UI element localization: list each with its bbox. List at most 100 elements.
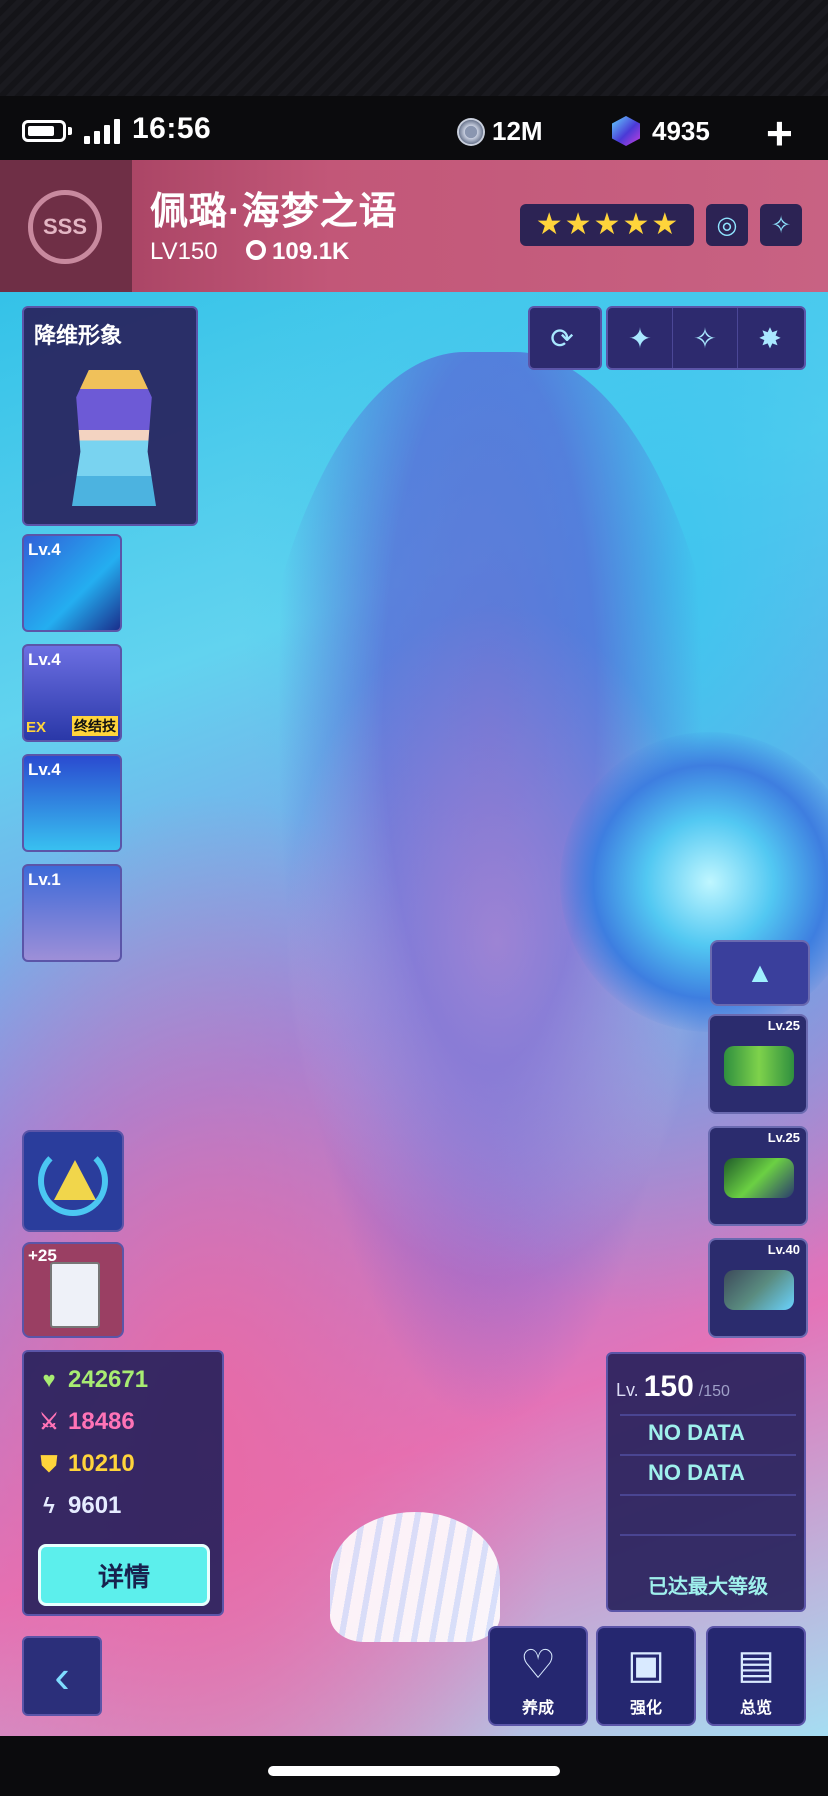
- skill-2[interactable]: Lv.4 EX 终结技: [22, 644, 122, 742]
- pixel-avatar: [72, 370, 156, 506]
- stat-def: ⛊ 10210: [38, 1450, 135, 1478]
- character-screen: 16:56 12M 4935 + SSS 佩璐·海梦之语 LV150 109.1…: [0, 0, 828, 1796]
- equipment-slot-2[interactable]: Lv.25: [708, 1126, 808, 1226]
- outfit-button[interactable]: ▲: [710, 940, 810, 1006]
- nav-label: 总览: [739, 1700, 772, 1717]
- nav-label: 强化: [629, 1700, 662, 1717]
- equipment-level: Lv.25: [767, 1018, 800, 1033]
- level-header: Lv. 150 /150: [616, 1370, 730, 1404]
- skill-level: Lv.1: [28, 870, 61, 889]
- document-icon: [50, 1262, 100, 1328]
- status-bar: 16:56 12M 4935 +: [0, 96, 828, 160]
- goggles-icon: [724, 1046, 794, 1086]
- nav-overview[interactable]: ▤ 总览: [706, 1626, 806, 1726]
- heart-icon: ♥: [42, 1367, 56, 1392]
- stat-spd: ϟ 9601: [38, 1492, 121, 1520]
- spd-value: 9601: [68, 1492, 122, 1519]
- stat-hp: ♥ 242671: [38, 1366, 148, 1394]
- star-icon: ★: [593, 208, 621, 241]
- coin-balance: 12M: [492, 116, 543, 146]
- rank-badge: SSS: [28, 190, 102, 264]
- stat-atk: ⚔ 18486: [38, 1408, 135, 1436]
- level-info-2: NO DATA: [648, 1460, 745, 1485]
- divider: [620, 1454, 796, 1456]
- clock: 16:56: [132, 112, 212, 145]
- level-current: 150: [643, 1370, 694, 1403]
- ultimate-tag: 终结技: [72, 716, 118, 736]
- skill-level: Lv.4: [28, 540, 61, 559]
- character-power: 109.1K: [272, 238, 350, 265]
- element-water-icon[interactable]: ◎: [706, 204, 748, 246]
- skill-4[interactable]: Lv.1: [22, 864, 122, 962]
- sparkle-icon[interactable]: ✦: [608, 308, 673, 368]
- character-name: 佩璐·海梦之语: [150, 191, 398, 233]
- skill-3[interactable]: Lv.4: [22, 754, 122, 852]
- heart-outline-icon: ♡: [520, 1643, 556, 1687]
- sparkles-icon[interactable]: ✧: [673, 308, 738, 368]
- battery-icon: [22, 120, 66, 142]
- nav-enhance[interactable]: ▣ 强化: [596, 1626, 696, 1726]
- gem-balance: 4935: [652, 116, 710, 146]
- add-currency-button[interactable]: +: [766, 110, 793, 156]
- divider: [620, 1494, 796, 1496]
- ascension-pyramid-icon: [54, 1160, 96, 1200]
- detail-button[interactable]: 详情: [38, 1544, 210, 1606]
- character-header: SSS 佩璐·海梦之语 LV150 109.1K ★ ★ ★ ★ ★ ◎ ✧: [0, 160, 828, 292]
- coin-icon: [457, 118, 485, 146]
- home-indicator[interactable]: [268, 1766, 560, 1776]
- star-icon: ★: [564, 208, 592, 241]
- equipment-level: Lv.40: [767, 1242, 800, 1257]
- hp-value: 242671: [68, 1366, 149, 1393]
- level-prefix: Lv.: [616, 1380, 639, 1400]
- class-icon[interactable]: ✧: [760, 204, 802, 246]
- wing-icon: [724, 1158, 794, 1198]
- star-rating: ★ ★ ★ ★ ★: [520, 204, 694, 246]
- seashell: [330, 1512, 500, 1642]
- skin-card[interactable]: 降维形象: [22, 306, 198, 526]
- nav-cultivate[interactable]: ♡ 养成: [488, 1626, 588, 1726]
- gem-icon: [612, 116, 640, 146]
- signal-icon: [84, 118, 124, 144]
- power-icon: [246, 240, 266, 260]
- ascension-button[interactable]: [22, 1130, 124, 1232]
- effect-toggle-group: ✦ ✧ ✸: [606, 306, 806, 370]
- refresh-icon[interactable]: ⟳: [530, 308, 594, 368]
- sword-icon: ⚔: [39, 1409, 59, 1434]
- level-info-1: NO DATA: [648, 1420, 745, 1445]
- memory-card[interactable]: +25: [22, 1242, 124, 1338]
- burst-icon[interactable]: ✸: [738, 308, 802, 368]
- equipment-slot-3[interactable]: Lv.40: [708, 1238, 808, 1338]
- star-icon: ★: [651, 208, 679, 241]
- blade-icon: [724, 1270, 794, 1310]
- skill-level: Lv.4: [28, 650, 61, 669]
- level-max: /150: [698, 1383, 730, 1400]
- refresh-group: ⟳: [528, 306, 602, 370]
- chip-icon: ▣: [627, 1643, 665, 1687]
- home-bar: [0, 1736, 828, 1796]
- equipment-level: Lv.25: [767, 1130, 800, 1145]
- star-icon: ★: [622, 208, 650, 241]
- divider: [620, 1534, 796, 1536]
- battery-tip: [68, 127, 72, 135]
- skill-1[interactable]: Lv.4: [22, 534, 122, 632]
- divider: [620, 1414, 796, 1416]
- back-arrow-icon: ‹: [54, 1650, 70, 1702]
- max-level-notice: 已达最大等级: [648, 1576, 768, 1598]
- back-button[interactable]: ‹: [22, 1636, 102, 1716]
- def-value: 10210: [68, 1450, 135, 1477]
- ex-tag: EX: [26, 719, 47, 736]
- equipment-slot-1[interactable]: Lv.25: [708, 1014, 808, 1114]
- skill-level: Lv.4: [28, 760, 61, 779]
- lightning-icon: ϟ: [43, 1493, 55, 1518]
- atk-value: 18486: [68, 1408, 135, 1435]
- shield-icon: ⛊: [40, 1451, 58, 1476]
- stats-panel: ♥ 242671 ⚔ 18486 ⛊ 10210 ϟ 9601 详情: [22, 1350, 224, 1616]
- star-icon: ★: [535, 208, 563, 241]
- shirt-icon: ▲: [746, 957, 774, 988]
- character-level: LV150: [150, 238, 218, 265]
- nav-label: 养成: [521, 1700, 554, 1717]
- level-panel: Lv. 150 /150 NO DATA NO DATA 已达最大等级: [606, 1352, 806, 1612]
- folder-icon: ▤: [737, 1643, 775, 1687]
- rank-badge-area: SSS: [0, 160, 132, 292]
- skin-title: 降维形象: [34, 323, 123, 348]
